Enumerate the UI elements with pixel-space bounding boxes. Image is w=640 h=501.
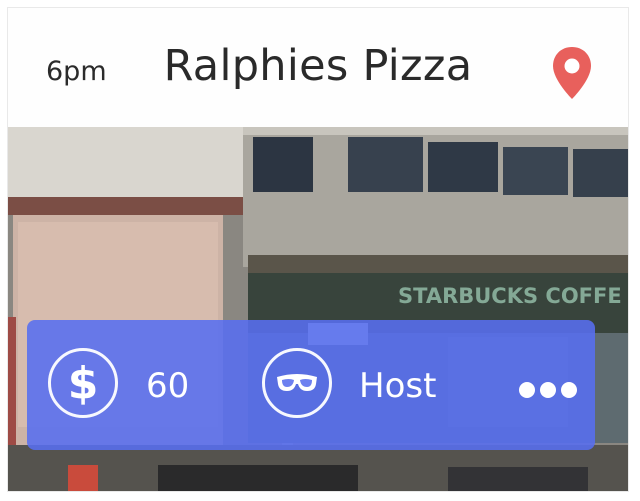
card-header: 6pm Ralphies Pizza [8,8,628,127]
storefront-sign: STARBUCKS COFFE [398,284,622,308]
map-pin-icon[interactable] [551,45,593,101]
dollar-icon: $ [48,348,118,418]
glasses-icon [262,348,332,418]
venue-title: Ralphies Pizza [163,41,473,91]
role-value: Host [359,366,437,406]
more-dots-icon[interactable] [519,382,577,402]
price-value: 60 [146,366,190,406]
event-details-panel: $ 60 Host [27,320,595,450]
